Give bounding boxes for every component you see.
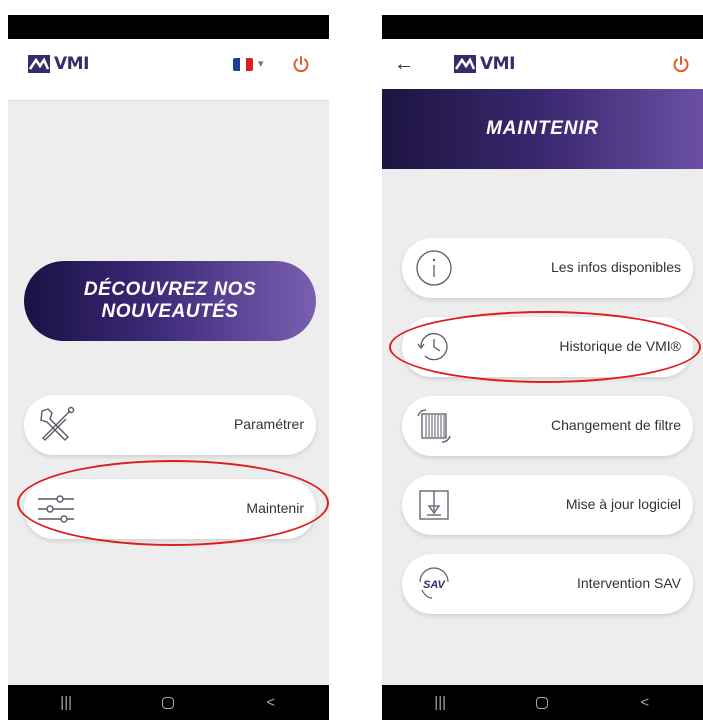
language-flag-icon[interactable] [233, 58, 253, 71]
menu-item-label: Mise à jour logiciel [565, 496, 681, 512]
info-icon [416, 250, 452, 286]
menu-item-maintenir[interactable]: Maintenir [24, 479, 316, 539]
menu-item-label: Changement de filtre [551, 417, 681, 433]
page-title: MAINTENIR [486, 118, 599, 139]
system-nav-bar: ||| < [8, 685, 329, 720]
chevron-down-icon[interactable]: ▾ [258, 57, 264, 70]
promo-line1: DÉCOUVREZ NOS [83, 279, 257, 300]
back-nav-button[interactable]: < [625, 694, 665, 711]
menu-item-parametrer[interactable]: Paramétrer [24, 395, 316, 455]
menu-item-label: Historique de VMI® [559, 338, 681, 354]
menu-item-label: Paramétrer [233, 416, 304, 432]
sav-icon: SAV [419, 567, 449, 599]
vmi-logo: VMI [28, 53, 89, 75]
status-bar [382, 15, 703, 39]
menu-item-filtre[interactable]: Changement de filtre [402, 396, 693, 456]
home-button[interactable] [536, 696, 549, 709]
app-bar: VMI ▾ [8, 39, 329, 101]
menu-item-label: Intervention SAV [576, 575, 681, 591]
recent-apps-button[interactable]: ||| [420, 694, 460, 711]
back-nav-button[interactable]: < [251, 694, 291, 711]
download-icon [419, 490, 449, 520]
back-arrow-icon[interactable]: ← [394, 53, 414, 76]
history-icon [417, 332, 448, 361]
promo-line2: NOUVEAUTÉS [101, 301, 239, 322]
tools-icon [40, 406, 75, 441]
power-icon[interactable] [292, 55, 310, 73]
home-button[interactable] [162, 696, 175, 709]
vmi-logo: VMI [454, 53, 515, 75]
menu-item-infos[interactable]: Les infos disponibles [402, 238, 693, 298]
filter-icon [417, 409, 451, 443]
system-nav-bar: ||| < [382, 685, 703, 720]
logo-text: VMI [54, 54, 89, 74]
logo-text: VMI [480, 54, 515, 74]
menu-item-label: Maintenir [246, 500, 304, 516]
menu-item-label: Les infos disponibles [551, 259, 681, 275]
phone-screen-maintenir: ← VMI MAINTENIR Les infos disponibles Hi… [382, 15, 703, 720]
menu-item-intervention-sav[interactable]: SAV Intervention SAV [402, 554, 693, 614]
menu-item-historique[interactable]: Historique de VMI® [402, 317, 693, 377]
menu-item-mise-a-jour[interactable]: Mise à jour logiciel [402, 475, 693, 535]
status-bar [8, 15, 329, 39]
vmi-logo-mark-icon [28, 55, 50, 73]
sliders-icon [38, 495, 74, 523]
power-icon[interactable] [672, 55, 690, 73]
vmi-logo-mark-icon [454, 55, 476, 73]
phone-screen-home: VMI ▾ DÉCOUVREZ NOS NOUVEAUTÉS Paramétre… [8, 15, 329, 720]
new-products-banner-button[interactable]: DÉCOUVREZ NOS NOUVEAUTÉS [24, 261, 316, 341]
recent-apps-button[interactable]: ||| [46, 694, 86, 711]
page-title-banner: MAINTENIR [382, 89, 703, 169]
sav-icon-text: SAV [423, 579, 446, 591]
